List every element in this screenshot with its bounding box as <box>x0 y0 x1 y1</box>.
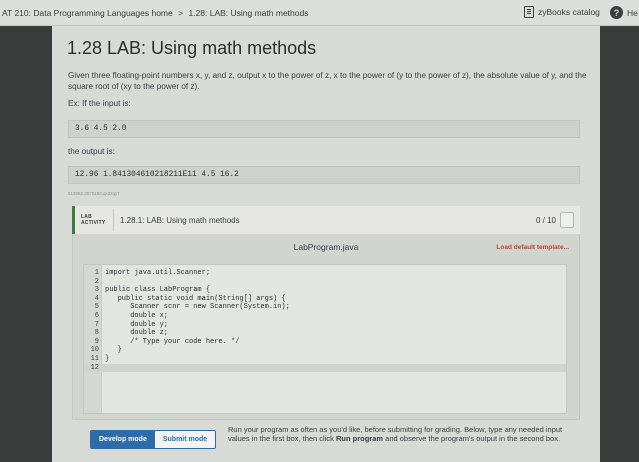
lab-tag-line2: ACTIVITY <box>81 220 106 226</box>
code-text: import java.util.Scanner; <box>105 269 211 277</box>
code-text: double x; <box>105 312 169 320</box>
run-instructions-end: and observe the program's output in the … <box>383 433 561 443</box>
breadcrumb-current-page: 1.28: LAB: Using math methods <box>188 7 309 18</box>
line-number: 7 <box>94 320 99 329</box>
editor-file-bar: LabProgram.java Load default template... <box>73 234 579 262</box>
code-line[interactable]: 10 } <box>84 346 566 355</box>
line-number: 1 <box>94 269 99 277</box>
mode-toggle: Develop mode Submit mode <box>90 430 217 449</box>
top-navigation-bar: AT 210: Data Programming Languages home … <box>0 0 639 26</box>
run-program-emphasis: Run program <box>335 433 384 443</box>
code-line[interactable]: 5 Scanner scnr = new Scanner(System.in); <box>84 303 566 312</box>
code-text: Scanner scnr = new Scanner(System.in); <box>105 303 290 312</box>
line-number: 2 <box>94 277 99 286</box>
code-editor[interactable]: 1 import java.util.Scanner; 2 3 public class… <box>83 264 567 414</box>
line-number: 3 <box>94 286 99 295</box>
code-line[interactable]: 12 <box>84 363 566 373</box>
code-text: double z; <box>105 329 169 338</box>
lab-activity-tag: LAB ACTIVITY <box>75 214 113 226</box>
code-line[interactable]: 4 public static void main(String[] args)… <box>84 295 566 304</box>
line-number: 4 <box>94 294 99 303</box>
code-text: } <box>105 346 122 355</box>
lab-score: 0 / 10 <box>535 215 556 225</box>
help-link[interactable]: ? He <box>610 6 638 19</box>
lab-activity-name: 1.28.1: LAB: Using math methods <box>120 215 240 225</box>
code-text: double y; <box>105 320 169 329</box>
breadcrumb-separator: > <box>178 7 184 18</box>
lab-activity-header: LAB ACTIVITY 1.28.1: LAB: Using math met… <box>72 206 580 234</box>
example-label: Ex: If the input is: <box>68 99 131 108</box>
develop-mode-button[interactable]: Develop mode <box>91 431 155 448</box>
line-number: 9 <box>94 337 99 346</box>
line-number: 5 <box>94 303 99 312</box>
line-number: 10 <box>90 346 99 355</box>
code-line[interactable]: 6 double x; <box>84 312 566 321</box>
breadcrumb: AT 210: Data Programming Languages home … <box>0 8 308 18</box>
code-line[interactable]: 2 <box>84 278 566 287</box>
catalog-label: zyBooks catalog <box>538 7 600 17</box>
line-number: 12 <box>90 363 99 372</box>
code-line[interactable]: 3 public class LabProgram { <box>84 286 566 295</box>
example-input-box: 3.6 4.5 2.0 <box>68 120 580 138</box>
submit-mode-button[interactable]: Submit mode <box>154 431 216 448</box>
code-line[interactable]: 8 double z; <box>84 329 566 338</box>
run-instructions: Run your program as often as you'd like,… <box>228 425 568 443</box>
output-label: the output is: <box>68 147 115 156</box>
code-text: } <box>105 355 110 363</box>
line-number: 11 <box>90 355 99 363</box>
code-line[interactable]: 1 import java.util.Scanner; <box>84 269 566 278</box>
code-text: public static void main(String[] args) { <box>105 294 286 303</box>
section-title: 1.28 LAB: Using math methods <box>67 38 317 58</box>
help-icon: ? <box>610 6 623 19</box>
code-line[interactable]: 7 double y; <box>84 321 566 330</box>
line-number: 8 <box>94 329 99 338</box>
help-label: He <box>627 7 638 18</box>
code-line[interactable]: 11} <box>84 355 566 364</box>
load-default-template-link[interactable]: Load default template... <box>496 244 569 251</box>
breadcrumb-course-link[interactable]: AT 210: Data Programming Languages home <box>2 8 173 18</box>
code-text: /* Type your code here. */ <box>105 337 240 346</box>
lab-divider <box>113 209 114 231</box>
lab-footer: Develop mode Submit mode Run your progra… <box>72 420 580 462</box>
code-text: public class LabProgram { <box>105 286 211 295</box>
code-line[interactable]: 9 /* Type your code here. */ <box>84 338 566 347</box>
zybooks-catalog-link[interactable]: zyBooks catalog <box>524 6 600 18</box>
content-page: 1.28 LAB: Using math methods Given three… <box>52 26 600 462</box>
example-output-box: 12.96 1.841304610218211E11 4.5 16.2 <box>68 166 580 184</box>
line-number: 6 <box>94 312 99 320</box>
code-editor-panel: LabProgram.java Load default template...… <box>72 234 580 420</box>
activity-id: 613952.3070182.qx3zqy7 <box>68 191 120 196</box>
problem-description: Given three floating-point numbers x, y,… <box>68 71 587 91</box>
book-icon <box>524 6 534 18</box>
score-box <box>560 212 574 228</box>
